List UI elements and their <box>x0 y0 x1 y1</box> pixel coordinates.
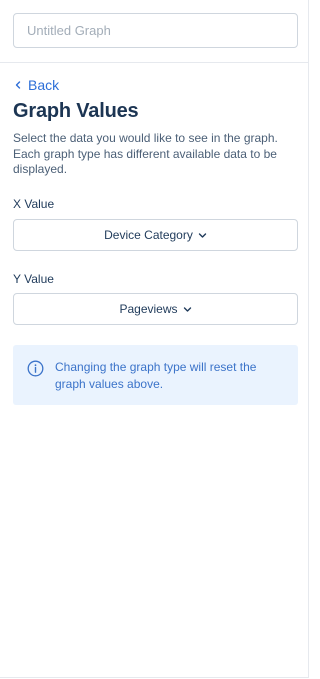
x-value-selected: Device Category <box>104 228 193 242</box>
chevron-down-icon <box>198 232 207 238</box>
info-notice-text: Changing the graph type will reset the g… <box>55 360 257 391</box>
chevron-left-icon <box>15 81 21 89</box>
back-link-label: Back <box>28 77 60 93</box>
y-value-label: Y Value <box>13 272 54 286</box>
chevron-down-icon <box>183 306 191 312</box>
x-value-select[interactable]: Device Category <box>13 219 298 251</box>
back-link[interactable]: Back <box>14 77 59 93</box>
section-description: Select the data you would like to see in… <box>13 131 278 176</box>
y-value-selected: Pageviews <box>119 302 178 316</box>
header-divider <box>0 62 309 63</box>
x-value-label: X Value <box>13 197 55 211</box>
graph-title-input[interactable] <box>13 13 298 48</box>
page-title: Graph Values <box>13 100 139 122</box>
info-icon <box>27 360 44 377</box>
graph-settings-panel: Back Graph Values Select the data you wo… <box>0 0 309 678</box>
info-notice: Changing the graph type will reset the g… <box>13 345 298 405</box>
y-value-select[interactable]: Pageviews <box>13 293 298 325</box>
